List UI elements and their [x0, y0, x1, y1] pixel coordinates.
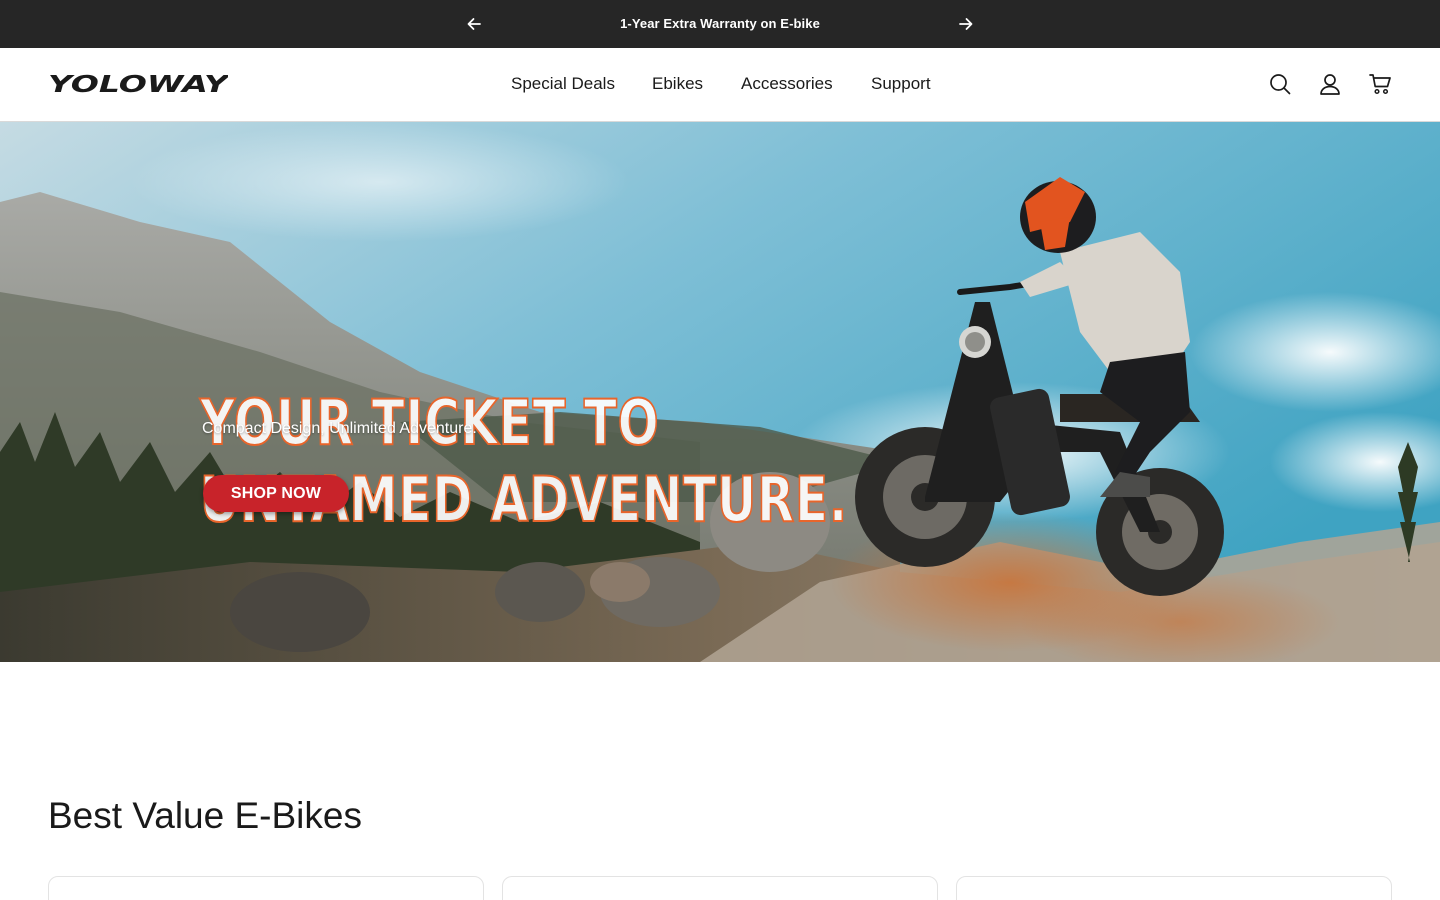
product-card[interactable]	[502, 876, 938, 900]
product-card[interactable]	[48, 876, 484, 900]
product-card[interactable]	[956, 876, 1392, 900]
account-icon[interactable]	[1318, 72, 1342, 96]
arrow-left-icon[interactable]	[462, 12, 486, 36]
hero-banner[interactable]: YOUR TICKET TO UNTAMED ADVENTURE. Compac…	[0, 122, 1440, 662]
main-nav: Special Deals Ebikes Accessories Support	[0, 48, 1440, 122]
nav-accessories[interactable]: Accessories	[741, 74, 833, 94]
site-header: YOLOWAY Special Deals Ebikes Accessories…	[0, 48, 1440, 122]
arrow-right-icon[interactable]	[954, 12, 978, 36]
announcement-text[interactable]: 1-Year Extra Warranty on E-bike	[500, 0, 940, 48]
announcement-bar: 1-Year Extra Warranty on E-bike	[0, 0, 1440, 48]
hero-subtitle: Compact Design, Unlimited Adventure.	[202, 420, 477, 437]
shop-now-button[interactable]: SHOP NOW	[203, 475, 349, 512]
cart-icon[interactable]	[1368, 72, 1392, 96]
nav-special-deals[interactable]: Special Deals	[511, 74, 615, 94]
hero-title: YOUR TICKET TO UNTAMED ADVENTURE.	[199, 384, 848, 538]
nav-ebikes[interactable]: Ebikes	[652, 74, 703, 94]
search-icon[interactable]	[1268, 72, 1292, 96]
section-title: Best Value E-Bikes	[48, 795, 362, 836]
nav-support[interactable]: Support	[871, 74, 931, 94]
